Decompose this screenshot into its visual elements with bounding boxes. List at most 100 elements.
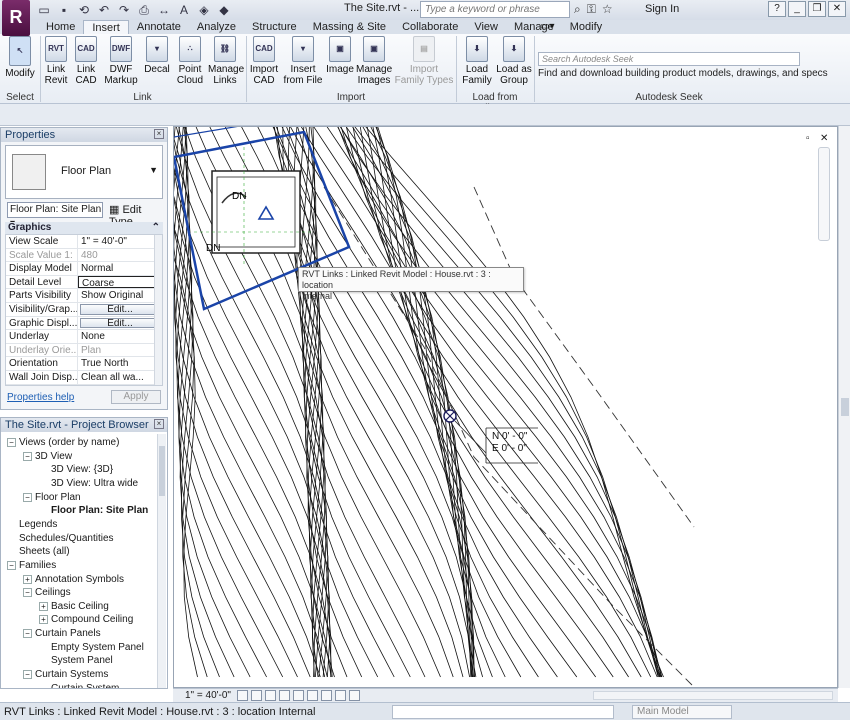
manage-images-button[interactable]: ▣ Manage Images [356, 36, 392, 86]
minimize-button[interactable]: _ [788, 1, 806, 17]
measure-icon[interactable]: ↔ [156, 2, 172, 18]
tree-item[interactable]: + Annotation Symbols [23, 573, 124, 586]
property-value[interactable]: Show Original [78, 289, 162, 302]
manage-links-button[interactable]: ⛓ Manage Links [208, 36, 244, 86]
apply-button[interactable]: Apply [111, 390, 161, 404]
drawing-canvas[interactable]: DN DN ▫ ✕ [173, 126, 838, 688]
tree-item[interactable]: − Curtain Panels [23, 627, 101, 640]
active-model-selector[interactable]: Main Model [632, 705, 732, 719]
properties-scrollbar[interactable] [154, 235, 162, 385]
property-value[interactable]: Normal [78, 262, 162, 275]
save-icon[interactable]: ▪ [56, 2, 72, 18]
tree-item[interactable]: −3D View [23, 450, 72, 463]
property-value[interactable]: 1" = 40'-0" [78, 235, 162, 248]
ribbon-options-icon[interactable]: ▭▾ [540, 21, 564, 33]
3d-view-icon[interactable]: ◈ [196, 2, 212, 18]
tree-item[interactable]: System Panel [39, 654, 113, 667]
tree-item[interactable]: − Floor Plan [23, 491, 81, 504]
import-cad-button[interactable]: CAD Import CAD [248, 36, 280, 86]
property-value[interactable]: None [78, 330, 162, 343]
close-icon[interactable]: × [154, 419, 164, 429]
property-row[interactable]: Orientation True North [6, 357, 162, 371]
collapse-icon[interactable]: − [23, 451, 32, 461]
expand-icon[interactable]: + [39, 601, 48, 611]
favorites-icon[interactable]: ☆ [602, 2, 613, 17]
tab-collaborate[interactable]: Collaborate [394, 20, 466, 34]
property-row[interactable]: Parts Visibility Show Original [6, 289, 162, 303]
crop-view-icon[interactable] [293, 690, 304, 701]
collapse-icon[interactable]: − [23, 629, 32, 639]
tab-view[interactable]: View [466, 20, 506, 34]
collapse-icon[interactable]: − [7, 560, 16, 570]
tree-item[interactable]: + Compound Ceiling [39, 613, 133, 626]
tab-insert[interactable]: Insert [83, 20, 129, 34]
dwf-markup-button[interactable]: DWF DWF Markup [102, 36, 140, 86]
chevron-down-icon[interactable]: ▼ [149, 165, 158, 175]
property-value[interactable]: 480 [78, 249, 162, 262]
tab-analyze[interactable]: Analyze [189, 20, 244, 34]
point-cloud-button[interactable]: ∴ Point Cloud [174, 36, 206, 86]
worksets-field[interactable] [392, 705, 614, 719]
collapse-icon[interactable]: ⌃ [152, 222, 160, 234]
type-selector[interactable]: Floor Plan ▼ [5, 145, 163, 199]
shadows-icon[interactable] [279, 690, 290, 701]
property-value[interactable]: Clean all wa... [78, 371, 162, 384]
tree-item[interactable]: Curtain System [39, 682, 119, 688]
tree-item[interactable]: − Families [7, 559, 56, 572]
property-row[interactable]: View Scale 1" = 40'-0" [6, 235, 162, 249]
visual-style-icon[interactable] [251, 690, 262, 701]
lock-view-icon[interactable] [349, 690, 360, 701]
seek-description[interactable]: Find and download building product model… [538, 68, 828, 79]
help-icon[interactable]: ? [768, 1, 786, 17]
tree-item[interactable]: Empty System Panel [39, 641, 144, 654]
redo-icon[interactable]: ↷ [116, 2, 132, 18]
collapse-icon[interactable]: − [23, 670, 32, 680]
tree-item[interactable]: 3D View: Ultra wide [39, 477, 138, 490]
property-value[interactable]: Architectural [78, 385, 162, 386]
properties-help-link[interactable]: Properties help [7, 392, 74, 403]
search-input[interactable]: Type a keyword or phrase [420, 1, 570, 18]
edit-button[interactable]: Edit... [80, 303, 160, 315]
reveal-hidden-icon[interactable] [335, 690, 346, 701]
decal-button[interactable]: ▾ Decal [142, 36, 172, 75]
close-button[interactable]: ✕ [828, 1, 846, 17]
insert-from-file-button[interactable]: ▾ Insert from File [282, 36, 324, 86]
view-instance-selector[interactable]: Floor Plan: Site Plan ▾ [7, 202, 103, 229]
text-icon[interactable]: A [176, 2, 192, 18]
graphics-section-header[interactable]: Graphics ⌃ [5, 222, 163, 234]
collapse-icon[interactable]: − [23, 492, 32, 502]
property-row[interactable]: Wall Join Disp... Clean all wa... [6, 370, 162, 385]
show-crop-icon[interactable] [307, 690, 318, 701]
tree-item[interactable]: Sheets (all) [7, 545, 70, 558]
close-view-icon[interactable]: ✕ [820, 133, 828, 144]
restore-view-icon[interactable]: ▫ [806, 133, 810, 144]
load-as-group-button[interactable]: ⬇ Load as Group [496, 36, 532, 86]
collapse-icon[interactable]: − [23, 588, 32, 598]
detail-level-icon[interactable] [237, 690, 248, 701]
edit-button[interactable]: Edit... [80, 317, 160, 329]
property-row[interactable]: Graphic Displ... Edit... [6, 316, 162, 331]
tree-item[interactable]: Legends [7, 518, 57, 531]
expand-icon[interactable]: + [39, 615, 48, 625]
load-family-button[interactable]: ⬇ Load Family [460, 36, 494, 86]
browser-scrollbar[interactable] [157, 434, 166, 688]
sun-path-icon[interactable] [265, 690, 276, 701]
property-value[interactable]: Plan [78, 344, 162, 357]
scroll-thumb[interactable] [159, 446, 165, 496]
tree-item[interactable]: Schedules/Quantities [7, 532, 114, 545]
tab-structure[interactable]: Structure [244, 20, 305, 34]
expand-icon[interactable]: + [23, 574, 32, 584]
image-button[interactable]: ▣ Image [326, 36, 354, 75]
tree-item[interactable]: − Curtain Systems [23, 668, 108, 681]
property-value[interactable]: True North [78, 357, 162, 370]
tab-annotate[interactable]: Annotate [129, 20, 189, 34]
collapse-icon[interactable]: − [7, 438, 16, 447]
search-icon[interactable]: ⌕ [574, 2, 581, 17]
subscription-icon[interactable]: ⚿ [587, 2, 596, 17]
property-row[interactable]: Scale Value 1: 480 [6, 248, 162, 263]
link-revit-button[interactable]: RVT Link Revit [42, 36, 70, 86]
tab-massing-site[interactable]: Massing & Site [305, 20, 394, 34]
import-family-types-button[interactable]: ▤ Import Family Types [394, 36, 454, 86]
horizontal-scrollbar[interactable] [593, 691, 833, 700]
temporary-hide-icon[interactable] [321, 690, 332, 701]
